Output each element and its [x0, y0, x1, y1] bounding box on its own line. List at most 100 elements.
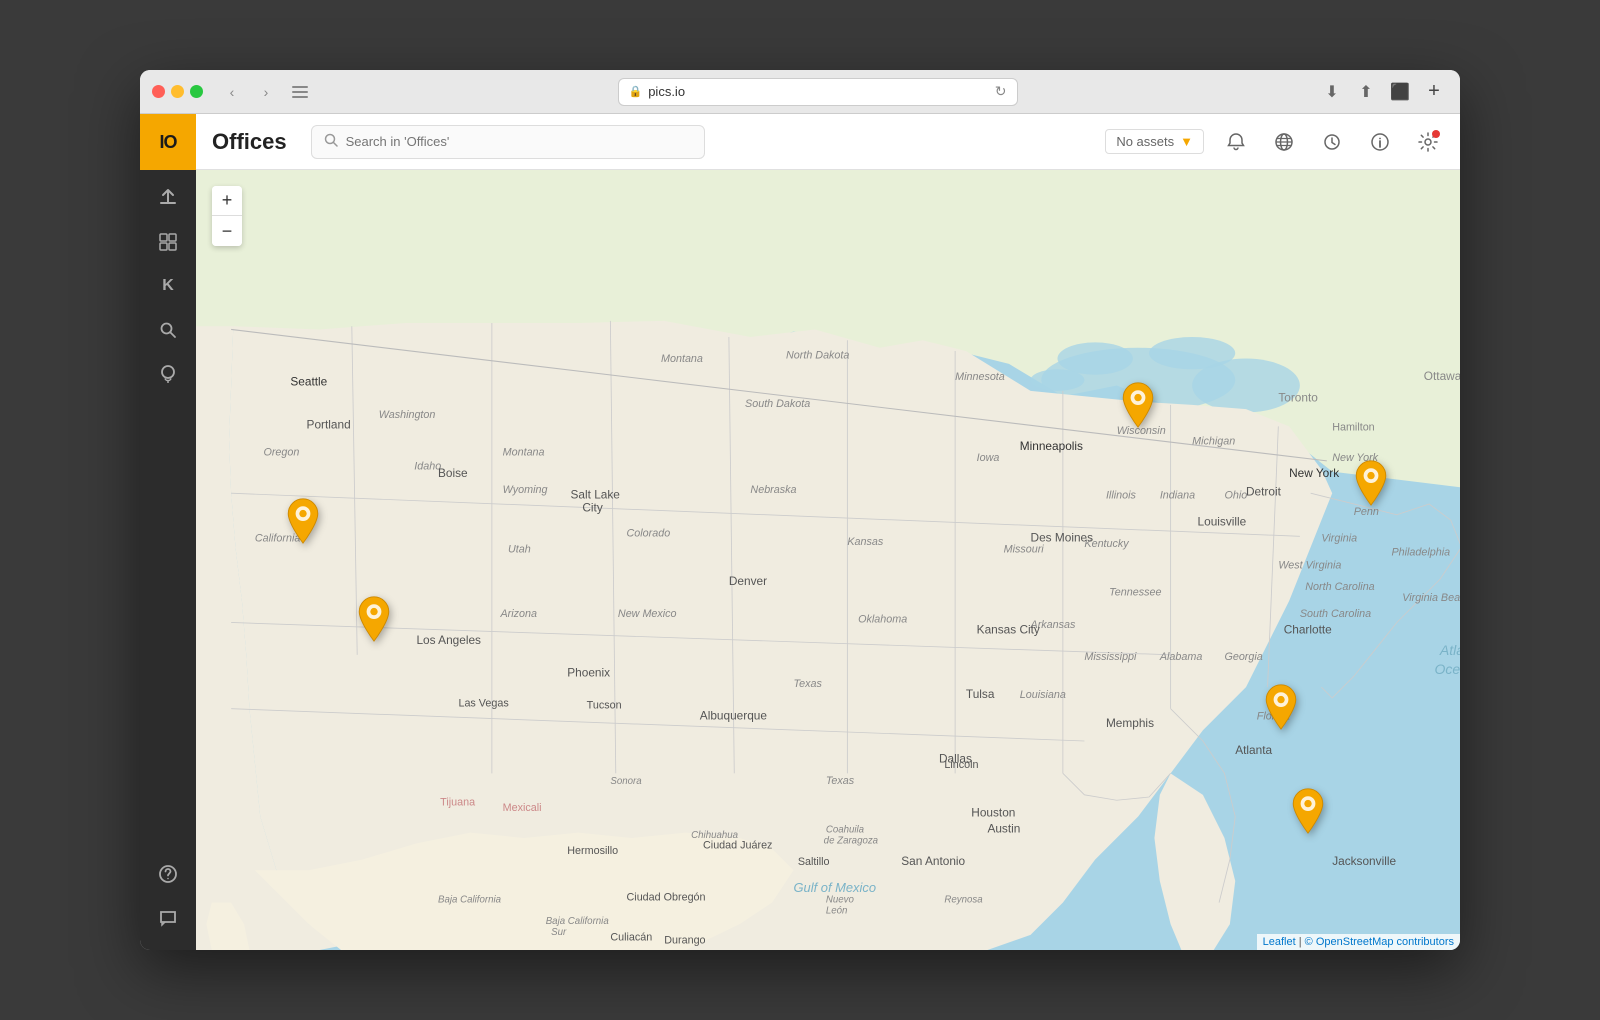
sidebar-item-insights[interactable]: [148, 354, 188, 394]
svg-text:Montana: Montana: [661, 353, 703, 365]
osm-link[interactable]: © OpenStreetMap contributors: [1305, 936, 1454, 948]
sidebar-item-search[interactable]: [148, 310, 188, 350]
svg-text:New Mexico: New Mexico: [618, 608, 677, 620]
search-bar[interactable]: [311, 125, 705, 159]
address-bar-container: 🔒 pics.io ↻: [325, 78, 1310, 106]
svg-text:de Zaragoza: de Zaragoza: [824, 835, 879, 846]
map-svg: Atlantic Ocean Pacific Ocean Gulf of Mex…: [196, 170, 1460, 950]
svg-text:Virginia Beach: Virginia Beach: [1402, 592, 1460, 604]
svg-text:Saltillo: Saltillo: [798, 856, 830, 868]
svg-text:Missouri: Missouri: [1004, 543, 1045, 555]
svg-text:Sonora: Sonora: [610, 776, 642, 787]
map-attribution: Leaflet | © OpenStreetMap contributors: [1257, 934, 1460, 950]
map-pin-washington[interactable]: [1351, 459, 1391, 512]
browser-actions: ⬇ ⬆ ⬛ +: [1318, 78, 1448, 106]
minimize-button[interactable]: [171, 85, 184, 98]
zoom-in-button[interactable]: +: [212, 186, 242, 216]
svg-text:Austin: Austin: [987, 822, 1020, 836]
map-pin-jacksonville[interactable]: [1261, 683, 1301, 736]
settings-button[interactable]: [1412, 126, 1444, 158]
sidebar-item-chat[interactable]: [148, 898, 188, 938]
history-button[interactable]: [1316, 126, 1348, 158]
map-container[interactable]: Atlantic Ocean Pacific Ocean Gulf of Mex…: [196, 170, 1460, 950]
svg-text:Reynosa: Reynosa: [944, 895, 983, 906]
svg-text:Alabama: Alabama: [1159, 651, 1203, 663]
map-pin-miami[interactable]: [1288, 787, 1328, 840]
sidebar-item-help[interactable]: [148, 854, 188, 894]
fullscreen-button[interactable]: ⬛: [1386, 78, 1414, 106]
maximize-button[interactable]: [190, 85, 203, 98]
svg-text:Gulf of Mexico: Gulf of Mexico: [794, 880, 877, 895]
zoom-out-button[interactable]: −: [212, 216, 242, 246]
sidebar-bottom: [148, 854, 188, 950]
back-button[interactable]: ‹: [219, 79, 245, 105]
svg-text:Atlantic: Atlantic: [1439, 642, 1460, 658]
search-input[interactable]: [346, 134, 692, 149]
svg-text:Texas: Texas: [794, 678, 823, 690]
sidebar-item-keyword[interactable]: K: [148, 266, 188, 306]
svg-text:Charlotte: Charlotte: [1284, 622, 1332, 636]
svg-text:Jacksonville: Jacksonville: [1332, 854, 1396, 868]
info-button[interactable]: [1364, 126, 1396, 158]
svg-text:Ocean: Ocean: [1435, 661, 1460, 677]
svg-text:Tucson: Tucson: [587, 700, 622, 712]
svg-text:Mexicali: Mexicali: [503, 802, 542, 814]
map-pin-san-francisco[interactable]: [283, 497, 323, 550]
page-title: Offices: [212, 129, 287, 155]
search-icon: [324, 133, 338, 150]
filter-icon: ▼: [1180, 134, 1193, 149]
lock-icon: 🔒: [629, 85, 643, 98]
svg-text:Des Moines: Des Moines: [1031, 531, 1094, 545]
forward-button[interactable]: ›: [253, 79, 279, 105]
svg-text:City: City: [582, 501, 602, 515]
svg-text:Denver: Denver: [729, 574, 767, 588]
map-controls: + −: [212, 186, 242, 246]
reload-button[interactable]: ↻: [995, 83, 1007, 100]
svg-text:Atlanta: Atlanta: [1235, 743, 1272, 757]
svg-text:Toronto: Toronto: [1278, 391, 1318, 405]
svg-text:Lincoln: Lincoln: [944, 759, 978, 771]
sidebar-nav: K: [140, 170, 196, 854]
svg-text:Ciudad Juárez: Ciudad Juárez: [703, 840, 772, 852]
svg-text:Ottawa: Ottawa: [1424, 369, 1460, 383]
download-button[interactable]: ⬇: [1318, 78, 1346, 106]
keyword-icon-letter: K: [162, 277, 174, 295]
svg-text:Michigan: Michigan: [1192, 436, 1235, 448]
svg-text:Louisiana: Louisiana: [1020, 689, 1066, 701]
sidebar-toggle-button[interactable]: [287, 79, 313, 105]
svg-text:Los Angeles: Los Angeles: [416, 633, 481, 647]
sidebar-item-upload[interactable]: [148, 178, 188, 218]
svg-text:Colorado: Colorado: [627, 527, 671, 539]
svg-text:Baja California: Baja California: [546, 916, 610, 927]
leaflet-link[interactable]: Leaflet: [1263, 936, 1296, 948]
close-button[interactable]: [152, 85, 165, 98]
svg-text:Kansas: Kansas: [847, 536, 884, 548]
new-tab-button[interactable]: +: [1420, 78, 1448, 106]
svg-text:Iowa: Iowa: [977, 452, 1000, 464]
map-pin-chicago[interactable]: [1118, 381, 1158, 434]
svg-text:Culiacán: Culiacán: [610, 931, 652, 943]
map-pin-los-angeles[interactable]: [354, 595, 394, 648]
svg-text:Tennessee: Tennessee: [1109, 587, 1161, 599]
svg-text:Minnesota: Minnesota: [955, 371, 1005, 383]
svg-text:Salt Lake: Salt Lake: [571, 488, 621, 502]
svg-text:Ciudad Obregón: Ciudad Obregón: [627, 891, 706, 903]
svg-text:Nebraska: Nebraska: [750, 484, 796, 496]
svg-text:Illinois: Illinois: [1106, 490, 1137, 502]
svg-text:South Carolina: South Carolina: [1300, 608, 1371, 620]
sidebar-logo[interactable]: IO: [140, 114, 196, 170]
svg-text:Oregon: Oregon: [263, 446, 299, 458]
sidebar-item-collections[interactable]: [148, 222, 188, 262]
share-button[interactable]: ⬆: [1352, 78, 1380, 106]
svg-text:Montana: Montana: [503, 446, 545, 458]
app-main: Offices No assets ▼: [196, 114, 1460, 950]
no-assets-badge[interactable]: No assets ▼: [1105, 129, 1204, 154]
address-bar[interactable]: 🔒 pics.io ↻: [618, 78, 1018, 106]
svg-text:Tijuana: Tijuana: [440, 797, 475, 809]
language-button[interactable]: [1268, 126, 1300, 158]
svg-text:North Dakota: North Dakota: [786, 350, 849, 362]
no-assets-label: No assets: [1116, 134, 1174, 149]
url-text: pics.io: [648, 84, 685, 99]
svg-text:Seattle: Seattle: [290, 374, 327, 388]
notifications-button[interactable]: [1220, 126, 1252, 158]
